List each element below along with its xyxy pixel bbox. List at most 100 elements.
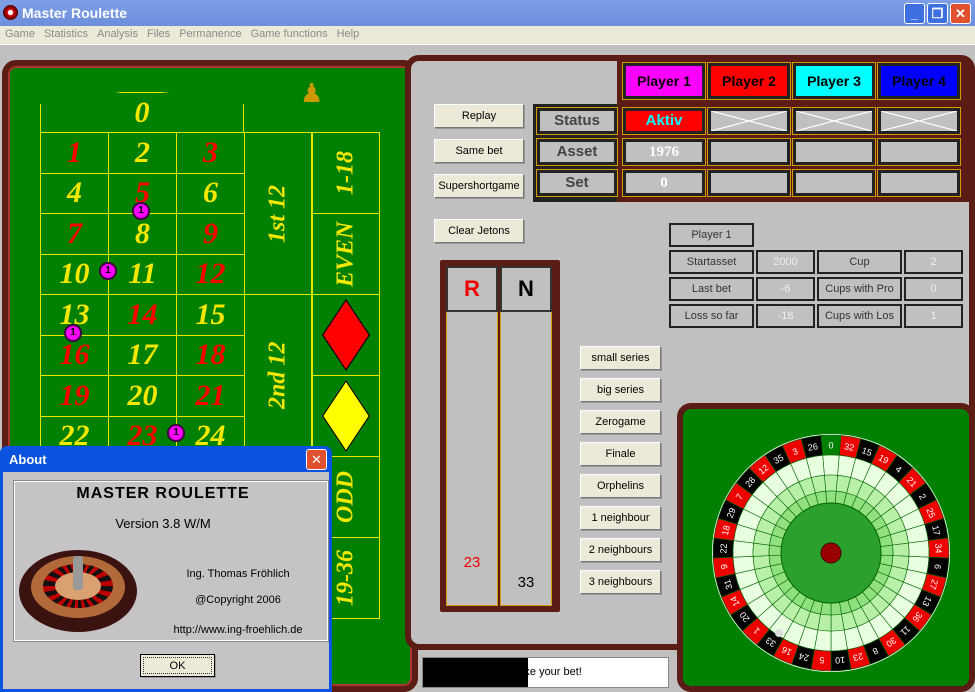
supershortgame-button[interactable]: Supershortgame	[434, 174, 524, 198]
number-7[interactable]: 7	[40, 213, 109, 255]
red-diamond-bet[interactable]	[312, 294, 380, 376]
number-21[interactable]: 21	[176, 375, 245, 417]
player-4-set	[877, 169, 961, 197]
stat-cell: Cups with Pro	[817, 277, 902, 301]
wheel-ring-segment	[825, 490, 837, 504]
big-series-button[interactable]: big series	[580, 378, 661, 402]
1-neighbour-button[interactable]: 1 neighbour	[580, 506, 661, 530]
about-ok-button[interactable]: OK	[140, 654, 215, 677]
number-20[interactable]: 20	[108, 375, 177, 417]
red-count: 23	[463, 554, 481, 571]
player-3-status	[792, 107, 876, 135]
wheel-ball	[775, 629, 783, 637]
number-14[interactable]: 14	[108, 294, 177, 336]
wheel-number: 32	[843, 441, 855, 453]
stat-cell: Last bet	[669, 277, 754, 301]
outside-1-18[interactable]: 1-18	[312, 132, 380, 214]
menu-statistics[interactable]: Statistics	[39, 26, 92, 40]
croupier-pawn-icon: ♟	[300, 78, 324, 108]
player-1-status: Aktiv	[622, 107, 706, 135]
small-series-button[interactable]: small series	[580, 346, 661, 370]
black-count: 33	[517, 574, 535, 591]
number-1[interactable]: 1	[40, 132, 109, 174]
menu-analysis[interactable]: Analysis	[92, 26, 142, 40]
chip[interactable]: 1	[132, 202, 150, 220]
about-copyright: @Copyright 2006	[195, 594, 281, 606]
menu-permanence[interactable]: Permanence	[174, 26, 245, 40]
3-neighbours-button[interactable]: 3 neighbours	[580, 570, 661, 594]
rn-panel: R N 23 33	[440, 260, 560, 612]
player-2-status	[707, 107, 791, 135]
menu-game[interactable]: Game	[0, 26, 39, 40]
number-2[interactable]: 2	[108, 132, 177, 174]
player-1-set: 0	[622, 169, 706, 197]
number-11[interactable]: 11	[108, 253, 177, 295]
player-1-header[interactable]: Player 1	[622, 62, 706, 100]
player-3-header[interactable]: Player 3	[792, 62, 876, 100]
2-neighbours-button[interactable]: 2 neighbours	[580, 538, 661, 562]
maximize-button[interactable]: ❐	[927, 3, 948, 24]
about-title: About	[9, 452, 47, 467]
chip[interactable]: 1	[167, 424, 185, 442]
about-author: Ing. Thomas Fröhlich	[186, 568, 290, 580]
number-17[interactable]: 17	[108, 334, 177, 376]
orphelins-button[interactable]: Orphelins	[580, 474, 661, 498]
about-close-button[interactable]: ✕	[306, 449, 327, 470]
wheel-number: 5	[819, 655, 825, 665]
menu-files[interactable]: Files	[142, 26, 174, 40]
wheel-ring-segment	[822, 454, 840, 476]
number-4[interactable]: 4	[40, 172, 109, 214]
label-asset: Asset	[536, 138, 618, 166]
player-2-set	[707, 169, 791, 197]
black-diamond-icon	[321, 379, 371, 453]
stat-cell: Startasset	[669, 250, 754, 274]
status-text: Make your bet!	[509, 666, 582, 678]
player-3-set	[792, 169, 876, 197]
stat-cell: 2000	[756, 250, 815, 274]
dozen-2[interactable]: 2nd 12	[244, 294, 312, 457]
wheel-number: 22	[718, 543, 728, 553]
about-url: http://www.ing-froehlich.de	[173, 624, 303, 636]
number-3[interactable]: 3	[176, 132, 245, 174]
menu-help[interactable]: Help	[332, 26, 364, 40]
wheel-ring-segment	[880, 544, 894, 556]
wheel-number: 34	[933, 543, 943, 553]
finale-button[interactable]: Finale	[580, 442, 661, 466]
player-4-header[interactable]: Player 4	[877, 62, 961, 100]
zerogame-button[interactable]: Zerogame	[580, 410, 661, 434]
player-4-status	[877, 107, 961, 135]
outside-even[interactable]: EVEN	[312, 213, 380, 295]
dozen-1[interactable]: 1st 12	[244, 132, 312, 295]
stat-cell: Cup	[817, 250, 902, 274]
wheel-ring-segment	[830, 613, 845, 632]
menu-game-functions[interactable]: Game functions	[246, 26, 332, 40]
menu-bar: Game Statistics Analysis Files Permanence Gam…	[0, 26, 975, 45]
black-column-header: N	[500, 266, 552, 312]
stat-cell: Cups with Los	[817, 304, 902, 328]
wheel-number: 26	[807, 441, 819, 453]
player-2-asset	[707, 138, 791, 166]
same-bet-button[interactable]: Same bet	[434, 139, 524, 163]
wheel-number: 17	[930, 524, 942, 536]
status-progress-bar: Make your bet!	[422, 657, 669, 688]
wheel-ring-segment	[892, 542, 910, 557]
black-diamond-bet[interactable]	[312, 375, 380, 457]
wheel-hub	[820, 542, 842, 564]
wheel-ring-segment	[732, 540, 754, 558]
number-19[interactable]: 19	[40, 375, 109, 417]
app-roulette-icon	[3, 5, 18, 20]
number-12[interactable]: 12	[176, 253, 245, 295]
player-3-asset	[792, 138, 876, 166]
player-2-header[interactable]: Player 2	[707, 62, 791, 100]
minimize-button[interactable]: _	[904, 3, 925, 24]
number-15[interactable]: 15	[176, 294, 245, 336]
chip[interactable]: 1	[64, 324, 82, 342]
number-6[interactable]: 6	[176, 172, 245, 214]
chip[interactable]: 1	[99, 262, 117, 280]
stat-cell: 1	[904, 304, 963, 328]
close-button[interactable]: ✕	[950, 3, 971, 24]
number-18[interactable]: 18	[176, 334, 245, 376]
clear-jetons-button[interactable]: Clear Jetons	[434, 219, 524, 243]
number-9[interactable]: 9	[176, 213, 245, 255]
replay-button[interactable]: Replay	[434, 104, 524, 128]
